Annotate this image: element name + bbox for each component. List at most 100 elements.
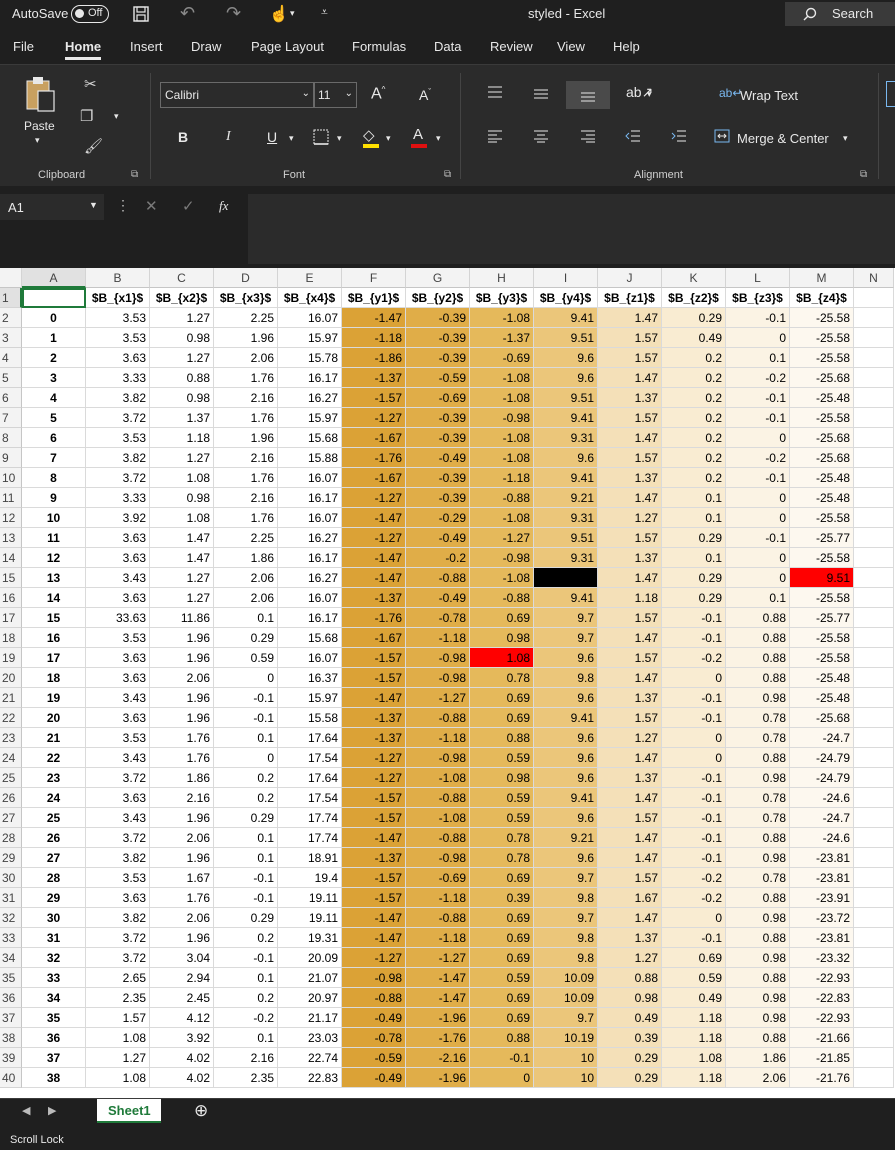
cell-i3[interactable]: 9.51: [534, 328, 598, 348]
cell-m39[interactable]: -21.85: [790, 1048, 854, 1068]
cell-b24[interactable]: 3.43: [86, 748, 150, 768]
cell-a28[interactable]: 26: [22, 828, 86, 848]
cell-j23[interactable]: 1.27: [598, 728, 662, 748]
cell-j39[interactable]: 0.29: [598, 1048, 662, 1068]
cell-d31[interactable]: -0.1: [214, 888, 278, 908]
cell-l19[interactable]: 0.88: [726, 648, 790, 668]
tab-draw[interactable]: Draw: [191, 39, 221, 54]
cell-k30[interactable]: -0.2: [662, 868, 726, 888]
cell-f10[interactable]: -1.67: [342, 468, 406, 488]
cell-f9[interactable]: -1.76: [342, 448, 406, 468]
cell-c9[interactable]: 1.27: [150, 448, 214, 468]
cell-b34[interactable]: 3.72: [86, 948, 150, 968]
cell-b22[interactable]: 3.63: [86, 708, 150, 728]
cell-j12[interactable]: 1.27: [598, 508, 662, 528]
cell-a29[interactable]: 27: [22, 848, 86, 868]
column-header-l[interactable]: L: [726, 268, 790, 288]
cell-i4[interactable]: 9.6: [534, 348, 598, 368]
cell-k5[interactable]: 0.2: [662, 368, 726, 388]
cell-h40[interactable]: 0: [470, 1068, 534, 1088]
cell-k2[interactable]: 0.29: [662, 308, 726, 328]
cell-n21[interactable]: [854, 688, 894, 708]
column-header-b[interactable]: B: [86, 268, 150, 288]
cell-h12[interactable]: -1.08: [470, 508, 534, 528]
cell-a19[interactable]: 17: [22, 648, 86, 668]
cell-k18[interactable]: -0.1: [662, 628, 726, 648]
cell-a13[interactable]: 11: [22, 528, 86, 548]
cell-i36[interactable]: 10.09: [534, 988, 598, 1008]
cell-c5[interactable]: 0.88: [150, 368, 214, 388]
font-name-select[interactable]: Calibri ⌄: [160, 82, 314, 108]
cell-k36[interactable]: 0.49: [662, 988, 726, 1008]
cell-k39[interactable]: 1.08: [662, 1048, 726, 1068]
cell-h35[interactable]: 0.59: [470, 968, 534, 988]
cell-b36[interactable]: 2.35: [86, 988, 150, 1008]
align-top-icon[interactable]: [487, 85, 503, 99]
cell-d24[interactable]: 0: [214, 748, 278, 768]
cell-m17[interactable]: -25.77: [790, 608, 854, 628]
row-header[interactable]: 18: [0, 628, 22, 648]
touch-mode-icon[interactable]: ☝: [269, 4, 289, 24]
align-left-icon[interactable]: [487, 129, 503, 143]
cell-f11[interactable]: -1.27: [342, 488, 406, 508]
row-header[interactable]: 16: [0, 588, 22, 608]
cell-d40[interactable]: 2.35: [214, 1068, 278, 1088]
cell-f1[interactable]: $B_{y1}$: [342, 288, 406, 308]
cell-e20[interactable]: 16.37: [278, 668, 342, 688]
cell-m4[interactable]: -25.58: [790, 348, 854, 368]
cell-m23[interactable]: -24.7: [790, 728, 854, 748]
cell-n27[interactable]: [854, 808, 894, 828]
underline-dropdown-icon[interactable]: ▾: [289, 133, 294, 144]
cell-f25[interactable]: -1.27: [342, 768, 406, 788]
cell-c13[interactable]: 1.47: [150, 528, 214, 548]
cell-j26[interactable]: 1.47: [598, 788, 662, 808]
cell-n18[interactable]: [854, 628, 894, 648]
cell-a33[interactable]: 31: [22, 928, 86, 948]
column-header-f[interactable]: F: [342, 268, 406, 288]
cell-d13[interactable]: 2.25: [214, 528, 278, 548]
cell-f7[interactable]: -1.27: [342, 408, 406, 428]
cell-a12[interactable]: 10: [22, 508, 86, 528]
cell-l31[interactable]: 0.88: [726, 888, 790, 908]
cell-l21[interactable]: 0.98: [726, 688, 790, 708]
cell-i15[interactable]: [534, 568, 598, 588]
cell-a11[interactable]: 9: [22, 488, 86, 508]
cell-c12[interactable]: 1.08: [150, 508, 214, 528]
prev-sheet-icon[interactable]: ◀: [22, 1104, 30, 1117]
cell-c1[interactable]: $B_{x2}$: [150, 288, 214, 308]
cell-a16[interactable]: 14: [22, 588, 86, 608]
cell-h28[interactable]: 0.78: [470, 828, 534, 848]
cell-j1[interactable]: $B_{z1}$: [598, 288, 662, 308]
row-header[interactable]: 5: [0, 368, 22, 388]
cell-a26[interactable]: 24: [22, 788, 86, 808]
cell-j9[interactable]: 1.57: [598, 448, 662, 468]
cell-j3[interactable]: 1.57: [598, 328, 662, 348]
cell-h4[interactable]: -0.69: [470, 348, 534, 368]
cell-j18[interactable]: 1.47: [598, 628, 662, 648]
cell-m12[interactable]: -25.58: [790, 508, 854, 528]
cell-e17[interactable]: 16.17: [278, 608, 342, 628]
cell-h16[interactable]: -0.88: [470, 588, 534, 608]
cell-h22[interactable]: 0.69: [470, 708, 534, 728]
cell-h1[interactable]: $B_{y3}$: [470, 288, 534, 308]
cell-l39[interactable]: 1.86: [726, 1048, 790, 1068]
row-header[interactable]: 27: [0, 808, 22, 828]
cell-j21[interactable]: 1.37: [598, 688, 662, 708]
cell-c32[interactable]: 2.06: [150, 908, 214, 928]
cell-f38[interactable]: -0.78: [342, 1028, 406, 1048]
cell-f26[interactable]: -1.57: [342, 788, 406, 808]
cell-j13[interactable]: 1.57: [598, 528, 662, 548]
cell-m15[interactable]: 9.51: [790, 568, 854, 588]
row-header[interactable]: 21: [0, 688, 22, 708]
cell-j11[interactable]: 1.47: [598, 488, 662, 508]
cell-m13[interactable]: -25.77: [790, 528, 854, 548]
cell-k31[interactable]: -0.2: [662, 888, 726, 908]
cell-c6[interactable]: 0.98: [150, 388, 214, 408]
cell-n12[interactable]: [854, 508, 894, 528]
cell-e39[interactable]: 22.74: [278, 1048, 342, 1068]
cell-b20[interactable]: 3.63: [86, 668, 150, 688]
cell-i7[interactable]: 9.41: [534, 408, 598, 428]
cell-b31[interactable]: 3.63: [86, 888, 150, 908]
cell-g27[interactable]: -1.08: [406, 808, 470, 828]
cell-g13[interactable]: -0.49: [406, 528, 470, 548]
